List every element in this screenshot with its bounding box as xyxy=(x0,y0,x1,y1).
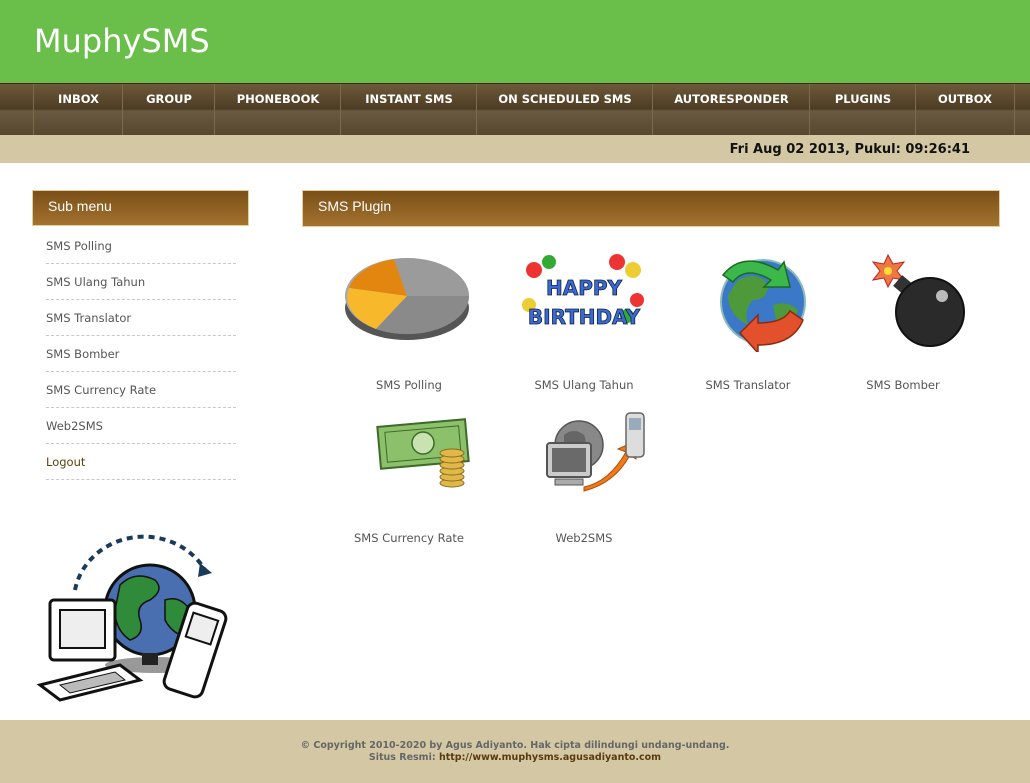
svg-text:HAPPY: HAPPY xyxy=(546,276,623,300)
svg-text:BIRTHDAY: BIRTHDAY xyxy=(528,305,641,329)
happy-birthday-icon: HAPPY BIRTHDAY xyxy=(522,254,644,329)
date-bar: Fri Aug 02 2013, Pukul: 09:26:41 xyxy=(0,135,1030,163)
copyright-text: © Copyright 2010-2020 by Agus Adiyanto. … xyxy=(300,740,730,751)
computer-to-phone-icon xyxy=(546,412,645,492)
nav-item-group[interactable]: GROUP xyxy=(122,84,215,136)
site-link[interactable]: http://www.muphysms.agusadiyanto.com xyxy=(439,752,661,763)
plugin-label: Web2SMS xyxy=(555,531,613,545)
globe-arrows-icon xyxy=(720,259,806,352)
footer: © Copyright 2010-2020 by Agus Adiyanto. … xyxy=(0,720,1030,783)
submenu-list: SMS Polling SMS Ulang Tahun SMS Translat… xyxy=(46,228,236,480)
computer-globe-phone-icon xyxy=(36,534,228,702)
submenu-item-sms-bomber[interactable]: SMS Bomber xyxy=(46,336,236,372)
nav-item-on-scheduled-sms[interactable]: ON SCHEDULED SMS xyxy=(476,84,653,136)
plugin-label: SMS Ulang Tahun xyxy=(534,378,634,392)
site-line: Situs Resmi: http://www.muphysms.agusadi… xyxy=(0,752,1030,763)
app-title[interactable]: MuphySMS xyxy=(34,22,210,60)
money-icon xyxy=(376,418,470,488)
plugin-label: SMS Polling xyxy=(376,378,442,392)
pie-chart-icon xyxy=(345,258,470,340)
nav-item-autoresponder[interactable]: AUTORESPONDER xyxy=(652,84,810,136)
site-label: Situs Resmi: xyxy=(368,752,436,763)
plugin-sms-bomber[interactable]: SMS Bomber xyxy=(823,250,983,392)
submenu-item-sms-polling[interactable]: SMS Polling xyxy=(46,228,236,264)
submenu-item-sms-ulang-tahun[interactable]: SMS Ulang Tahun xyxy=(46,264,236,300)
main-nav: INBOX GROUP PHONEBOOK INSTANT SMS ON SCH… xyxy=(0,83,1030,136)
submenu-item-logout[interactable]: Logout xyxy=(46,444,236,480)
plugin-sms-polling[interactable]: SMS Polling xyxy=(329,250,489,392)
plugin-sms-translator[interactable]: SMS Translator xyxy=(668,250,828,392)
submenu-item-sms-currency-rate[interactable]: SMS Currency Rate xyxy=(46,372,236,408)
nav-item-inbox[interactable]: INBOX xyxy=(33,84,123,136)
plugin-sms-currency-rate[interactable]: SMS Currency Rate xyxy=(329,405,489,545)
nav-item-outbox[interactable]: OUTBOX xyxy=(915,84,1015,136)
bomb-icon xyxy=(871,253,965,347)
panel-title: SMS Plugin xyxy=(302,190,1000,227)
nav-item-plugins[interactable]: PLUGINS xyxy=(809,84,916,136)
app-header: MuphySMS xyxy=(0,0,1030,83)
submenu-title: Sub menu xyxy=(32,190,249,226)
nav-item-phonebook[interactable]: PHONEBOOK xyxy=(214,84,341,136)
plugin-label: SMS Translator xyxy=(705,378,791,392)
plugin-label: SMS Currency Rate xyxy=(353,531,464,545)
plugin-sms-ulang-tahun[interactable]: HAPPY BIRTHDAY SMS Ulang Tahun xyxy=(504,250,664,392)
plugin-web2sms[interactable]: Web2SMS xyxy=(504,405,664,545)
submenu-item-web2sms[interactable]: Web2SMS xyxy=(46,408,236,444)
plugin-label: SMS Bomber xyxy=(866,378,940,392)
submenu-item-sms-translator[interactable]: SMS Translator xyxy=(46,300,236,336)
date-time: Fri Aug 02 2013, Pukul: 09:26:41 xyxy=(729,142,970,157)
nav-item-instant-sms[interactable]: INSTANT SMS xyxy=(340,84,477,136)
